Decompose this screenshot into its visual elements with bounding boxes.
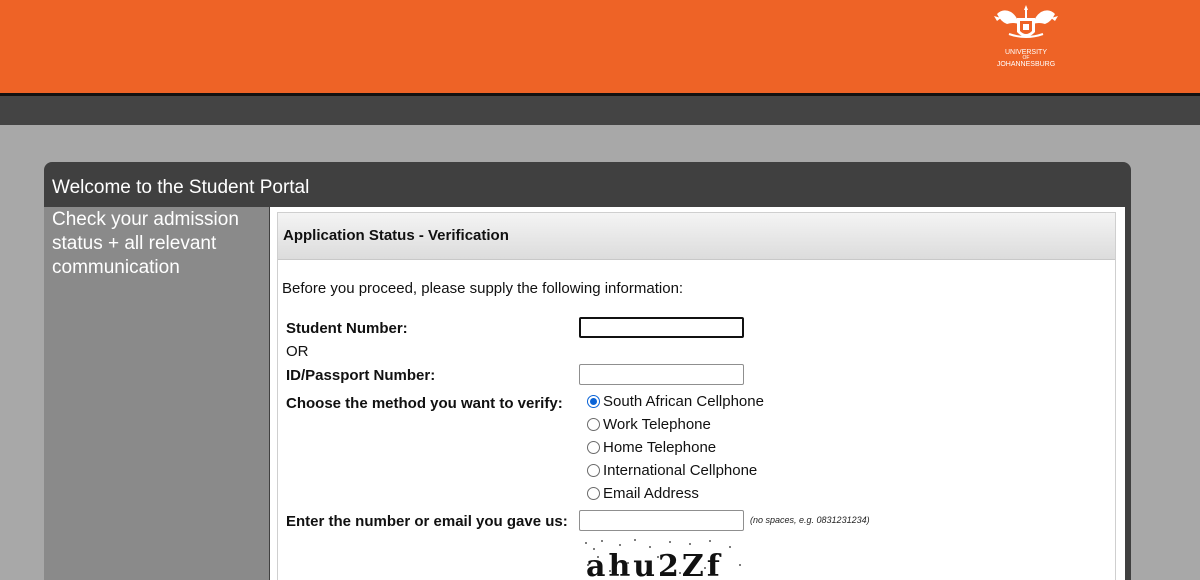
or-label: OR: [286, 343, 309, 360]
radio-work-telephone[interactable]: [587, 418, 600, 431]
student-number-input[interactable]: [579, 317, 744, 338]
card-title: Application Status - Verification: [283, 227, 509, 244]
radio-international-cellphone[interactable]: [587, 464, 600, 477]
logo-text-line3: JOHANNESBURG: [996, 61, 1056, 68]
contact-label: Enter the number or email you gave us:: [286, 513, 568, 530]
page-title: Welcome to the Student Portal: [52, 177, 310, 198]
captcha-text: ahu2Zf: [586, 549, 723, 580]
id-passport-input[interactable]: [579, 364, 744, 385]
radio-home-telephone[interactable]: [587, 441, 600, 454]
radio-label-email-address[interactable]: Email Address: [603, 485, 699, 502]
university-crest-icon: [994, 5, 1058, 38]
verify-method-label: Choose the method you want to verify:: [286, 395, 563, 412]
radio-label-sa-cellphone[interactable]: South African Cellphone: [603, 393, 764, 410]
id-passport-label: ID/Passport Number:: [286, 367, 436, 384]
captcha-image: ahu2Zf: [580, 535, 750, 580]
radio-email-address[interactable]: [587, 487, 600, 500]
intro-text: Before you proceed, please supply the fo…: [282, 280, 684, 297]
contact-input[interactable]: [579, 510, 744, 531]
radio-label-home-telephone[interactable]: Home Telephone: [603, 439, 716, 456]
radio-label-international-cellphone[interactable]: International Cellphone: [603, 462, 757, 479]
radio-sa-cellphone[interactable]: [587, 395, 600, 408]
contact-hint: (no spaces, e.g. 0831231234): [750, 515, 870, 525]
university-logo[interactable]: UNIVERSITY OF JOHANNESBURG: [986, 4, 1066, 74]
nav-bar: [0, 96, 1200, 125]
student-number-label: Student Number:: [286, 320, 408, 337]
sidebar-description: Check your admission status + all releva…: [52, 209, 239, 278]
radio-label-work-telephone[interactable]: Work Telephone: [603, 416, 711, 433]
